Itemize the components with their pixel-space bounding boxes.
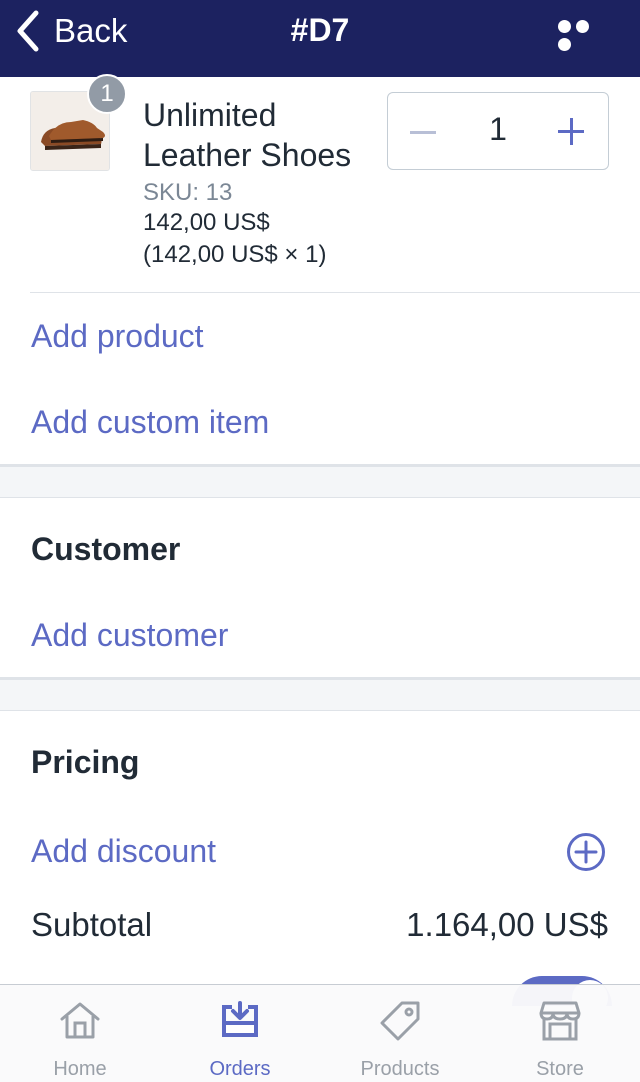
store-icon [539,1001,581,1041]
tab-store-label: Store [536,1058,584,1080]
line-item: 1 Unlimited Leather Shoes SKU: 13 142,00… [0,74,640,293]
home-icon [60,1002,100,1039]
price-calculation: (142,00 US$ × 1) [143,241,327,268]
tab-orders-label: Orders [209,1058,271,1080]
product-name: Unlimited Leather Shoes [143,97,352,173]
page-title: #D7 [290,12,350,48]
add-product-link[interactable]: Add product [31,318,204,355]
product-price: 142,00 US$ [143,209,270,236]
subtotal-label: Subtotal [31,906,153,943]
tab-home-label: Home [53,1058,107,1080]
quantity-badge: 1 [87,74,127,114]
tab-products[interactable]: Products [320,985,480,1082]
section-gap [0,677,640,711]
pricing-title: Pricing [31,744,140,780]
more-icon[interactable] [558,20,610,51]
add-custom-item-link[interactable]: Add custom item [31,404,269,441]
nav-header: Back #D7 [0,0,640,77]
tab-orders[interactable]: Orders [160,985,320,1082]
section-gap [0,464,640,498]
quantity-value[interactable]: 1 [468,111,528,148]
plus-circle-icon[interactable] [566,832,606,872]
bottom-tab-bar: Home Orders Products Store [0,984,640,1082]
tab-store[interactable]: Store [480,985,640,1082]
orders-icon [222,1001,258,1037]
divider [30,292,640,293]
product-sku: SKU: 13 [143,179,233,206]
increment-button[interactable] [554,111,590,151]
tab-products-label: Products [360,1058,440,1080]
subtotal-value: 1.164,00 US$ [406,906,608,943]
customer-title: Customer [31,531,181,567]
tag-icon [380,1001,420,1041]
add-discount-link[interactable]: Add discount [31,833,216,870]
quantity-stepper: 1 [387,92,609,170]
add-customer-link[interactable]: Add customer [31,617,228,654]
decrement-button[interactable] [406,111,442,151]
tab-home[interactable]: Home [0,985,160,1082]
